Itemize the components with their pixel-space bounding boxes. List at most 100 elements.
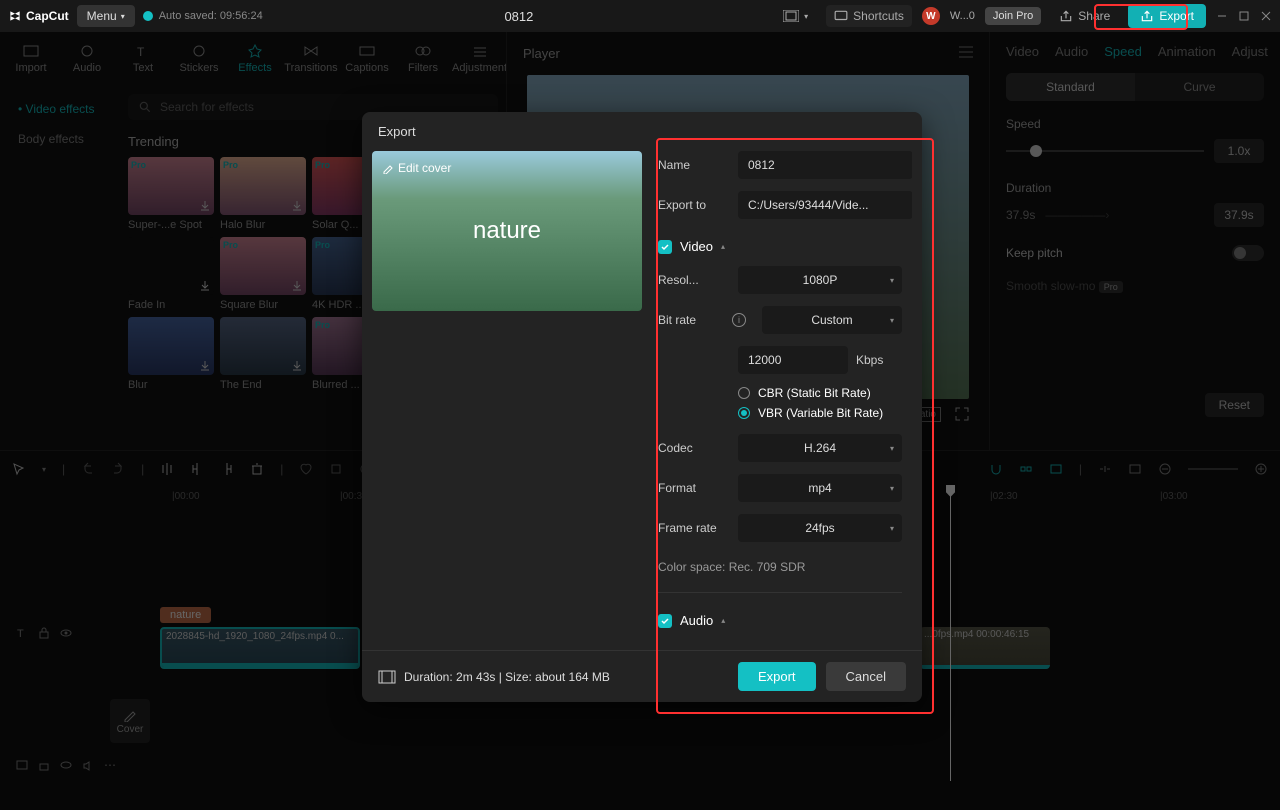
tab-audio[interactable]: Audio xyxy=(60,40,114,78)
delete-icon[interactable] xyxy=(250,462,264,476)
pointer-tool-icon[interactable] xyxy=(12,462,26,476)
duration-label: Duration xyxy=(1006,181,1264,195)
framerate-select[interactable]: 24fps▾ xyxy=(738,514,902,542)
zoom-in-icon[interactable] xyxy=(1254,462,1268,476)
tab-captions[interactable]: Captions xyxy=(340,40,394,78)
effect-card[interactable]: Blur xyxy=(128,317,214,391)
duration-from: 37.9s xyxy=(1006,208,1035,222)
split-icon[interactable] xyxy=(160,462,174,476)
resolution-select[interactable]: 1080P▾ xyxy=(738,266,902,294)
cover-button[interactable]: Cover xyxy=(110,699,150,743)
eye-icon[interactable] xyxy=(60,627,72,639)
speed-slider[interactable] xyxy=(1006,150,1204,152)
rp-tab-animation[interactable]: Animation xyxy=(1158,44,1216,59)
kbps-input[interactable] xyxy=(738,346,848,374)
trim-left-icon[interactable] xyxy=(190,462,204,476)
export-confirm-button[interactable]: Export xyxy=(738,662,816,691)
avatar[interactable]: W xyxy=(922,7,940,25)
tab-text[interactable]: TText xyxy=(116,40,170,78)
sidebar-video-effects[interactable]: Video effects xyxy=(8,94,112,124)
timeline-clip-1[interactable]: 2028845-hd_1920_1080_24fps.mp4 0... xyxy=(160,627,360,669)
video-checkbox[interactable] xyxy=(658,240,672,254)
playhead[interactable] xyxy=(950,487,951,781)
codec-label: Codec xyxy=(658,441,726,455)
tab-stickers[interactable]: Stickers xyxy=(172,40,226,78)
format-select[interactable]: mp4▾ xyxy=(738,474,902,502)
effect-card[interactable]: ProSuper-...e Spot xyxy=(128,157,214,231)
track-opt-icon[interactable] xyxy=(1098,462,1112,476)
cbr-radio[interactable]: CBR (Static Bit Rate) xyxy=(738,386,902,400)
share-button[interactable]: Share xyxy=(1051,5,1118,27)
collapse-icon[interactable]: ▴ xyxy=(721,242,725,251)
reset-button[interactable]: Reset xyxy=(1205,393,1264,417)
rp-tab-audio[interactable]: Audio xyxy=(1055,44,1088,59)
undo-icon[interactable] xyxy=(81,462,95,476)
join-pro-button[interactable]: Join Pro xyxy=(985,7,1041,25)
keep-pitch-toggle[interactable] xyxy=(1232,245,1264,261)
name-input[interactable] xyxy=(738,151,912,179)
text-track-icon: T xyxy=(16,627,28,639)
timeline-clip-2[interactable]: ...0fps.mp4 00:00:46:15 xyxy=(920,627,1050,669)
clip-tag-nature[interactable]: nature xyxy=(160,607,211,623)
vbr-radio[interactable]: VBR (Variable Bit Rate) xyxy=(738,406,902,420)
pencil-icon xyxy=(382,162,394,174)
aspect-ratio-button[interactable]: ▾ xyxy=(775,6,816,26)
minimize-icon[interactable] xyxy=(1216,10,1228,22)
close-icon[interactable] xyxy=(1260,10,1272,22)
trim-right-icon[interactable] xyxy=(220,462,234,476)
rp-tab-adjust[interactable]: Adjust xyxy=(1232,44,1268,59)
speaker-icon[interactable] xyxy=(82,759,94,771)
edit-cover-button[interactable]: Edit cover xyxy=(382,161,451,175)
zoom-out-icon[interactable] xyxy=(1158,462,1172,476)
tab-transitions[interactable]: Transitions xyxy=(284,40,338,78)
menu-button[interactable]: Menu▾ xyxy=(77,5,135,27)
keep-pitch-label: Keep pitch xyxy=(1006,246,1063,260)
seg-curve[interactable]: Curve xyxy=(1135,73,1264,101)
tab-effects[interactable]: Effects xyxy=(228,40,282,78)
cancel-button[interactable]: Cancel xyxy=(826,662,906,691)
name-label: Name xyxy=(658,158,726,172)
crop-icon[interactable] xyxy=(329,462,343,476)
lock-icon[interactable] xyxy=(38,627,50,639)
effect-card[interactable]: Fade In xyxy=(128,237,214,311)
hamburger-icon[interactable] xyxy=(959,46,973,58)
magnet-icon[interactable] xyxy=(989,462,1003,476)
effect-card[interactable]: ProHalo Blur xyxy=(220,157,306,231)
app-logo: CapCut xyxy=(8,9,69,23)
mixer-icon[interactable] xyxy=(1128,462,1142,476)
zoom-slider[interactable] xyxy=(1188,468,1238,470)
bitrate-select[interactable]: Custom▾ xyxy=(762,306,902,334)
tab-filters[interactable]: Filters xyxy=(396,40,450,78)
heart-icon[interactable] xyxy=(299,462,313,476)
collapse-icon[interactable]: ▴ xyxy=(721,616,725,625)
rp-tab-speed[interactable]: Speed xyxy=(1104,44,1142,59)
tab-import[interactable]: Import xyxy=(4,40,58,78)
rp-tab-video[interactable]: Video xyxy=(1006,44,1039,59)
track-head-main[interactable]: ⋯ xyxy=(0,749,160,781)
exportto-input[interactable] xyxy=(738,191,912,219)
audio-checkbox[interactable] xyxy=(658,614,672,628)
link-icon[interactable] xyxy=(1019,462,1033,476)
sidebar-body-effects[interactable]: Body effects xyxy=(8,124,112,154)
export-button-top[interactable]: Export xyxy=(1128,4,1206,28)
shortcuts-button[interactable]: Shortcuts xyxy=(826,5,912,27)
redo-icon[interactable] xyxy=(111,462,125,476)
maximize-icon[interactable] xyxy=(1238,10,1250,22)
seg-standard[interactable]: Standard xyxy=(1006,73,1135,101)
duration-to[interactable]: 37.9s xyxy=(1214,203,1264,227)
lock-icon[interactable] xyxy=(38,759,50,771)
speed-value[interactable]: 1.0x xyxy=(1214,139,1264,163)
tab-adjustment[interactable]: Adjustment xyxy=(452,40,507,78)
effect-card[interactable]: ProSquare Blur xyxy=(220,237,306,311)
svg-text:T: T xyxy=(17,628,24,639)
preview-icon[interactable] xyxy=(1049,462,1063,476)
resolution-label: Resol... xyxy=(658,273,726,287)
fullscreen-icon[interactable] xyxy=(955,407,969,421)
pencil-icon xyxy=(123,708,137,722)
info-icon[interactable]: i xyxy=(732,313,746,327)
autosave-status: Auto saved: 09:56:24 xyxy=(143,10,263,22)
effect-card[interactable]: The End xyxy=(220,317,306,391)
track-head-text[interactable]: T xyxy=(0,617,160,649)
eye-icon[interactable] xyxy=(60,759,72,771)
codec-select[interactable]: H.264▾ xyxy=(738,434,902,462)
